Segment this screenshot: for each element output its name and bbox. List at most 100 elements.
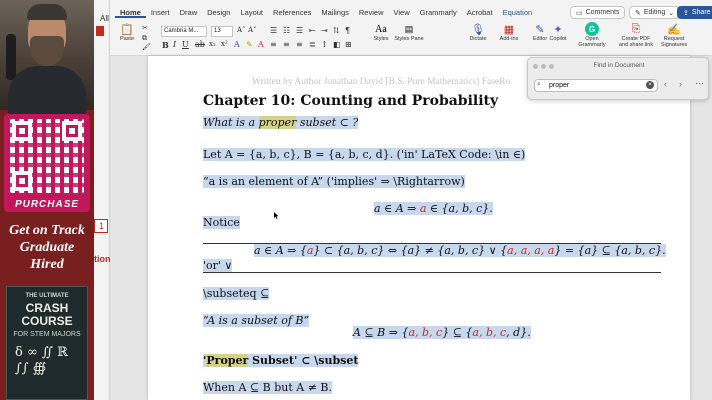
copilot-button[interactable]: ✦ Copilot [543, 22, 573, 54]
clear-icon[interactable]: × [646, 81, 654, 89]
edge-all-label: All [100, 14, 109, 23]
let-line: Let A = {a, b, c}, B = {a, b, c, d}. ('i… [203, 148, 526, 161]
grid-icon: ▦ [503, 23, 515, 36]
tab-view[interactable]: View [388, 7, 414, 18]
book-subtitle: FOR STEM MAJORS [13, 331, 81, 338]
tab-design[interactable]: Design [202, 7, 235, 18]
grow-font-icon[interactable]: A˄ [237, 26, 246, 34]
search-match: Proper [206, 354, 249, 367]
strikethrough-icon[interactable]: ab [195, 40, 205, 49]
format-painter-icon[interactable]: 🖌 [142, 43, 151, 51]
styles-pane-icon: ▤ [404, 23, 414, 34]
or-line: 'or' ∨ [203, 259, 233, 272]
align-left-icon[interactable]: ≡ [270, 40, 277, 49]
implies-equation: a ∈ A ⇒ a ∈ {a, b, c}. [374, 202, 493, 215]
chapter-heading: Chapter 10: Counting and Probability [203, 93, 499, 109]
copy-icon[interactable]: ⧉ [142, 34, 147, 43]
proper-subset-heading: 'Proper Subset' ⊂ \subset [203, 354, 359, 367]
webcam-feed [0, 0, 94, 116]
notice-line: Notice [203, 216, 240, 229]
share-button[interactable]: ⇪ Share [677, 6, 712, 19]
find-panel-title: Find in Document [593, 62, 645, 69]
app-icon [96, 26, 104, 36]
justify-icon[interactable]: ≣ [309, 40, 316, 49]
grammarly-icon: G [585, 22, 599, 36]
subseteq-line: \subseteq ⊆ [203, 287, 270, 300]
open-grammarly-button[interactable]: G Open Grammarly [577, 22, 607, 54]
tab-review[interactable]: Review [354, 7, 389, 18]
tab-acrobat[interactable]: Acrobat [462, 7, 498, 18]
italic-icon[interactable]: I [173, 40, 176, 49]
bullets-icon[interactable]: ☰ [270, 26, 277, 35]
tab-home[interactable]: Home [115, 7, 146, 18]
request-signatures-button[interactable]: ✍ Request Signatures [655, 22, 693, 54]
pdf-icon: ⎘ [631, 22, 641, 35]
chevron-down-icon: ⌄ [668, 9, 675, 17]
share-icon: ⇪ [683, 9, 689, 17]
find-search-input[interactable]: proper [534, 79, 658, 92]
purchase-qr-card[interactable]: PURCHASE [4, 114, 90, 212]
tab-equation[interactable]: Equation [498, 7, 538, 18]
highlight-color-icon[interactable]: ✎ [246, 40, 253, 49]
qr-purchase-label: PURCHASE [14, 199, 80, 210]
styles-pane-button[interactable]: ▤ Styles Pane [394, 22, 424, 54]
shrink-font-icon[interactable]: A˅ [248, 26, 257, 34]
editing-button[interactable]: ✎ Editing ⌄ [629, 6, 681, 19]
superscript-icon[interactable]: x² [221, 40, 228, 48]
create-pdf-button[interactable]: ⎘ Create PDF and share link [617, 22, 655, 54]
tab-mailings[interactable]: Mailings [316, 7, 354, 18]
book-math-symbols: δ ∞ ∬ ℝ ∫∫ ∰ [15, 345, 68, 376]
show-marks-icon[interactable]: ¶ [345, 26, 350, 35]
increase-indent-icon[interactable]: ⇥ [321, 26, 328, 35]
tab-references[interactable]: References [268, 7, 316, 18]
font-size-select[interactable]: 13 [211, 26, 233, 37]
tab-layout[interactable]: Layout [235, 7, 268, 18]
decrease-indent-icon[interactable]: ⇤ [309, 26, 316, 35]
find-in-document-panel: Find in Document proper ⌕ × ‹ › ⋯ [527, 57, 709, 100]
previous-result-icon[interactable]: ‹ [664, 79, 667, 89]
tab-insert[interactable]: Insert [146, 7, 175, 18]
text-effects-icon[interactable]: A [234, 40, 240, 49]
borders-icon[interactable]: ⊞ [345, 40, 352, 49]
edge-cut-text: tion [94, 254, 111, 264]
next-result-icon[interactable]: › [679, 79, 682, 89]
element-quote-line: “a is an element of A” ('implies' ⇒ \Rig… [203, 175, 465, 188]
subset-equation: A ⊆ B ⇒ {a, b, c} ⊆ {a, b, c, d}. [353, 326, 531, 339]
numbering-icon[interactable]: ☷ [283, 26, 290, 35]
long-equation: a ∈ A ⇒ {a} ⊂ {a, b, c} ⇔ {a} ≠ {a, b, c… [254, 244, 666, 257]
more-options-icon[interactable]: ⋯ [695, 78, 704, 89]
book-title: CRASH COURSE [21, 301, 73, 328]
dictate-button[interactable]: 🎙 Dictate [463, 22, 493, 54]
comments-button[interactable]: ▭ Comments [570, 6, 626, 19]
subscript-icon[interactable]: x₂ [209, 40, 216, 48]
question-line: What is a proper subset ⊂ ? [203, 116, 359, 129]
subset-quote-line: “A is a subset of B” [203, 314, 310, 327]
bold-icon[interactable]: B [162, 40, 169, 50]
copilot-icon: ✦ [553, 23, 563, 36]
underline-icon[interactable]: U [182, 40, 189, 49]
paste-button[interactable]: 📋 Paste [112, 22, 142, 54]
align-right-icon[interactable]: ≡ [296, 40, 303, 49]
tab-grammarly[interactable]: Grammarly [415, 7, 462, 18]
book-cover: THE ULTIMATE CRASH COURSE FOR STEM MAJOR… [6, 286, 88, 400]
mouse-cursor-icon [274, 212, 279, 219]
page-header: Written by Author Jonathan David [B.S. P… [252, 77, 511, 87]
styles-button[interactable]: Aa Styles [366, 22, 396, 54]
line-spacing-icon[interactable]: ↕ [321, 40, 328, 49]
font-color-icon[interactable]: A [258, 40, 264, 49]
edge-page-box[interactable]: 1 [94, 219, 108, 233]
cut-icon[interactable]: ✂ [142, 24, 148, 32]
clipboard-icon: 📋 [120, 23, 134, 36]
add-ins-button[interactable]: ▦ Add-ins [494, 22, 524, 54]
divider [203, 272, 661, 273]
comment-icon: ▭ [576, 9, 583, 17]
sort-icon[interactable]: ⇅ [333, 26, 340, 35]
document-page[interactable]: Written by Author Jonathan David [B.S. P… [148, 56, 690, 400]
tab-draw[interactable]: Draw [175, 7, 203, 18]
font-name-select[interactable]: Cambria M... [161, 26, 207, 37]
shading-icon[interactable]: ◧ [333, 40, 341, 49]
when-line: When A ⊆ B but A ≠ B. [203, 381, 332, 394]
multilevel-list-icon[interactable]: ☰ [296, 26, 303, 35]
align-center-icon[interactable]: ≡ [283, 40, 290, 49]
ribbon-toolbar: 📋 Paste ✂ ⧉ 🖌 Cambria M... 13 A˄ A˅ B I … [110, 22, 712, 56]
